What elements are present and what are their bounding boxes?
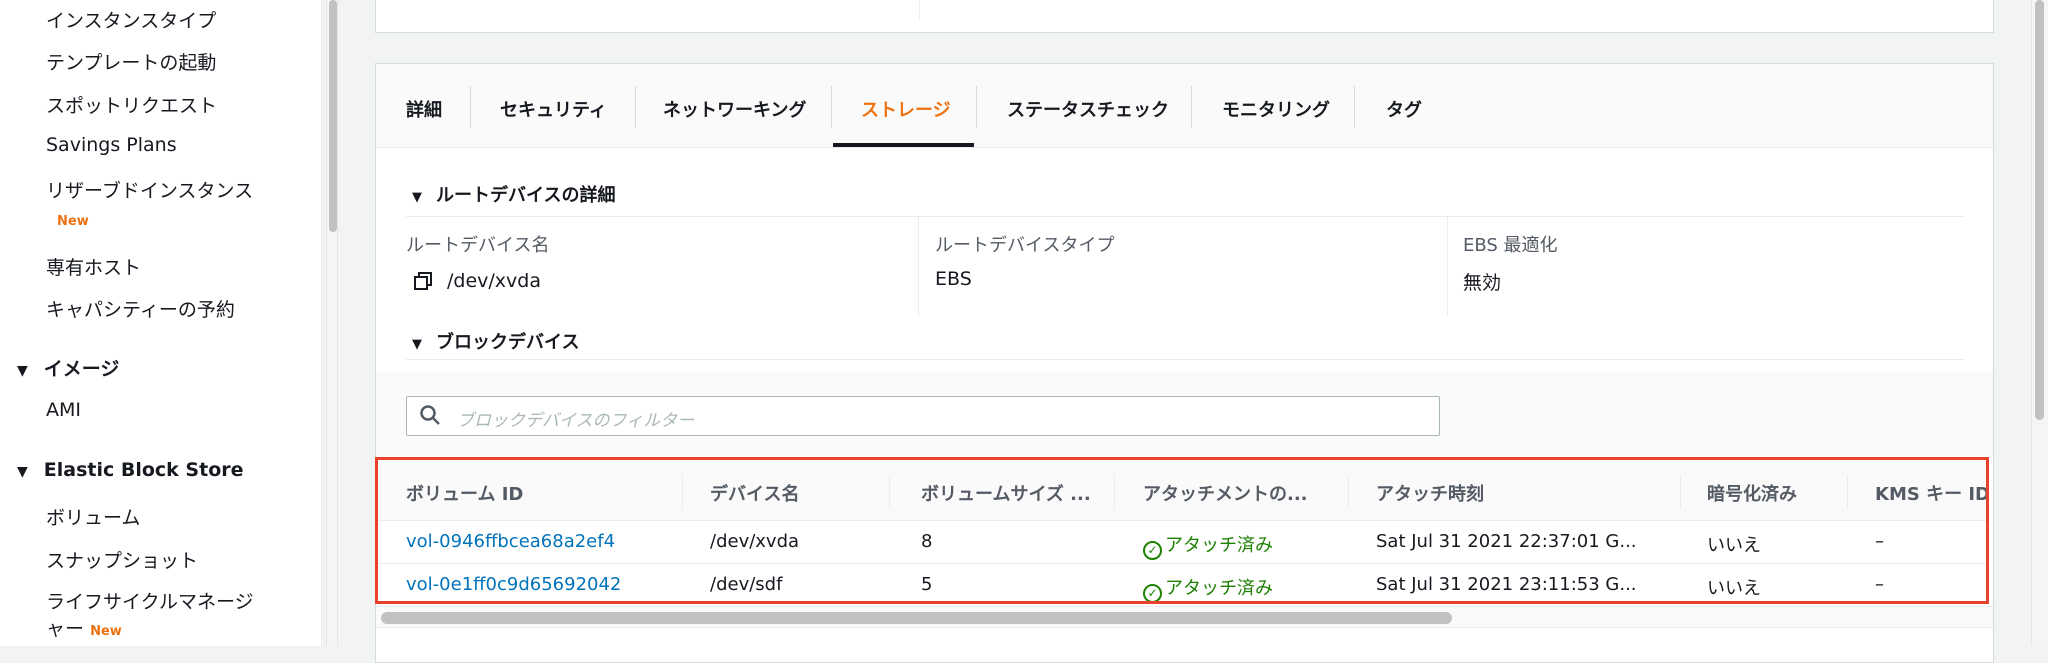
sidebar-item-dedicated-hosts[interactable]: 専有ホスト <box>46 253 141 280</box>
filter-placeholder: ブロックデバイスのフィルター <box>457 411 695 431</box>
tab-tags[interactable]: タグ <box>1386 96 1422 122</box>
sidebar-section-images[interactable]: ▼ イメージ <box>17 354 119 381</box>
sidebar-item-lifecycle-manager[interactable]: ライフサイクルマネージ ャー New <box>46 587 254 641</box>
sidebar-item-ami[interactable]: AMI <box>46 399 81 421</box>
sidebar-item-instance-types[interactable]: インスタンスタイプ <box>46 6 216 33</box>
new-badge: New <box>57 214 89 229</box>
copy-icon[interactable] <box>414 272 432 295</box>
scrollbar-thumb[interactable] <box>2035 0 2044 420</box>
highlight-box <box>375 457 1989 604</box>
root-device-section-toggle[interactable]: ▼ ルートデバイスの詳細 <box>412 181 615 207</box>
ebs-optimized-value: 無効 <box>1463 272 1502 294</box>
root-device-name-value: /dev/xvda <box>447 270 541 292</box>
caret-down-icon: ▼ <box>412 190 422 205</box>
root-device-name-label: ルートデバイス名 <box>406 235 550 256</box>
tab-networking[interactable]: ネットワーキング <box>663 96 806 122</box>
block-devices-section-toggle[interactable]: ▼ ブロックデバイス <box>412 328 579 354</box>
root-device-type-value: EBS <box>935 268 972 290</box>
sidebar: インスタンスタイプ テンプレートの起動 スポットリクエスト Savings Pl… <box>0 0 322 646</box>
tab-storage[interactable]: ストレージ <box>861 96 951 122</box>
sidebar-item-reserved-instances[interactable]: リザーブドインスタンス <box>46 176 253 203</box>
tab-security[interactable]: セキュリティ <box>500 96 607 122</box>
active-tab-indicator <box>833 143 974 147</box>
block-device-filter-input[interactable]: ブロックデバイスのフィルター <box>406 396 1440 436</box>
tab-details[interactable]: 詳細 <box>406 96 442 122</box>
top-panel <box>375 0 1994 33</box>
caret-down-icon: ▼ <box>412 337 422 352</box>
horizontal-scrollbar[interactable] <box>376 606 1993 628</box>
new-badge: New <box>90 624 122 639</box>
tab-monitoring[interactable]: モニタリング <box>1222 96 1330 122</box>
caret-down-icon: ▼ <box>17 464 28 480</box>
page-scrollbar[interactable] <box>2031 0 2048 646</box>
sidebar-item-snapshots[interactable]: スナップショット <box>46 546 198 573</box>
root-device-type-label: ルートデバイスタイプ <box>935 235 1115 256</box>
ebs-optimized-label: EBS 最適化 <box>1463 235 1558 256</box>
sidebar-item-capacity-reservations[interactable]: キャパシティーの予約 <box>46 295 235 322</box>
caret-down-icon: ▼ <box>17 363 28 379</box>
scrollbar-thumb[interactable] <box>381 612 1452 624</box>
sidebar-item-launch-templates[interactable]: テンプレートの起動 <box>46 48 216 75</box>
sidebar-item-spot-requests[interactable]: スポットリクエスト <box>46 91 217 118</box>
sidebar-item-savings-plans[interactable]: Savings Plans <box>46 134 177 156</box>
tab-status-checks[interactable]: ステータスチェック <box>1007 96 1169 122</box>
scrollbar-thumb[interactable] <box>329 0 337 232</box>
sidebar-scrollbar[interactable] <box>326 0 338 646</box>
search-icon <box>419 404 441 431</box>
sidebar-section-ebs[interactable]: ▼ Elastic Block Store <box>17 459 244 481</box>
sidebar-item-volumes[interactable]: ボリューム <box>46 503 140 530</box>
